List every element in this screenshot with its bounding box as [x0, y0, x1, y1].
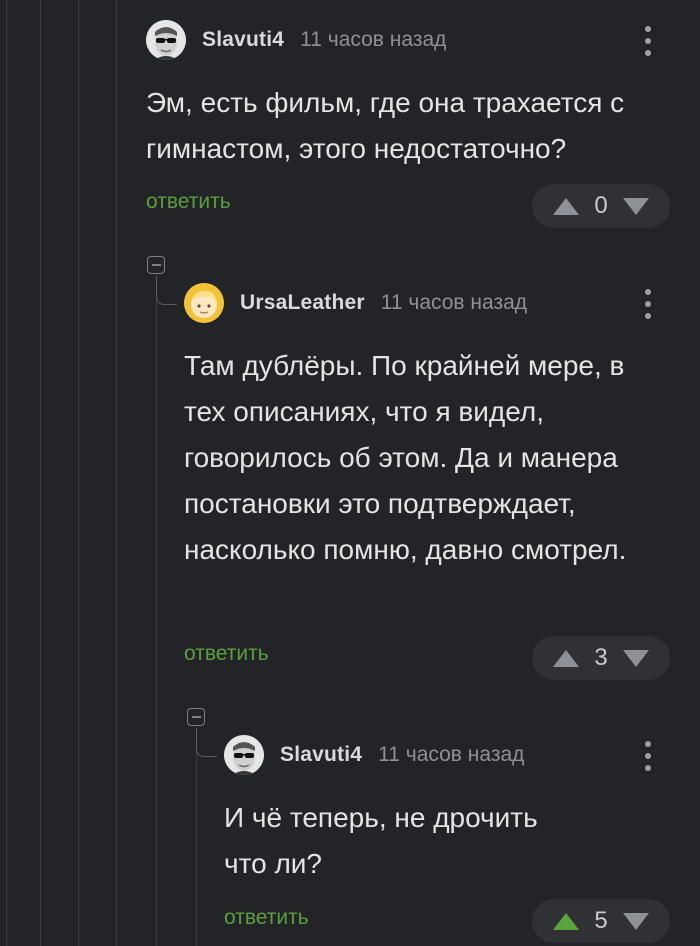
comment-text: Там дублёры. По крайней мере, в тех опис…	[184, 350, 627, 565]
vote-count: 0	[594, 192, 608, 219]
downvote-icon[interactable]	[623, 912, 649, 930]
more-menu-icon[interactable]	[644, 741, 652, 771]
reply-link[interactable]: ответить	[146, 190, 231, 214]
username[interactable]: UrsaLeather	[240, 291, 365, 315]
vote-box: 3	[532, 636, 670, 680]
comment-header: Slavuti4 11 часов назад	[146, 20, 686, 60]
reply-link[interactable]: ответить	[184, 642, 269, 666]
thread-line	[6, 0, 7, 946]
timestamp[interactable]: 11 часов назад	[300, 28, 446, 52]
comment: UrsaLeather 11 часов назад Там дублёры. …	[184, 283, 684, 573]
thread-line	[156, 278, 157, 946]
comment: Slavuti4 11 часов назад И чё теперь, не …	[224, 735, 684, 887]
thread-branch	[156, 276, 177, 305]
sunglasses-man-avatar-icon	[224, 735, 264, 775]
timestamp[interactable]: 11 часов назад	[381, 291, 527, 315]
vote-count: 3	[594, 644, 608, 671]
collapse-button[interactable]	[147, 256, 165, 274]
upvote-icon[interactable]	[553, 649, 579, 667]
thread-line	[40, 0, 41, 946]
downvote-icon[interactable]	[623, 197, 649, 215]
comment-header: Slavuti4 11 часов назад	[224, 735, 684, 775]
avatar[interactable]	[146, 20, 186, 60]
username[interactable]: Slavuti4	[202, 28, 284, 52]
collapse-button[interactable]	[187, 708, 205, 726]
vote-box: 5	[532, 899, 670, 943]
vote-count: 5	[594, 907, 608, 934]
comment-header: UrsaLeather 11 часов назад	[184, 283, 684, 323]
more-menu-icon[interactable]	[644, 26, 652, 56]
comment: Slavuti4 11 часов назад Эм, есть фильм, …	[146, 20, 686, 172]
username[interactable]: Slavuti4	[280, 743, 362, 767]
comment-text: И чё теперь, не дрочить что ли?	[224, 802, 538, 879]
thread-line	[78, 0, 79, 946]
comment-text: Эм, есть фильм, где она трахается с гимн…	[146, 87, 625, 164]
avatar[interactable]	[224, 735, 264, 775]
reply-link[interactable]: ответить	[224, 906, 309, 930]
sunglasses-man-avatar-icon	[146, 20, 186, 60]
vote-box: 0	[532, 184, 670, 228]
thread-line	[116, 0, 117, 946]
timestamp[interactable]: 11 часов назад	[378, 743, 524, 767]
downvote-icon[interactable]	[623, 649, 649, 667]
cartoon-blonde-avatar-icon	[184, 283, 224, 323]
thread-branch	[196, 728, 217, 757]
more-menu-icon[interactable]	[644, 289, 652, 319]
upvote-icon[interactable]	[553, 197, 579, 215]
avatar[interactable]	[184, 283, 224, 323]
thread-line	[196, 728, 197, 946]
upvote-icon[interactable]	[553, 912, 579, 930]
